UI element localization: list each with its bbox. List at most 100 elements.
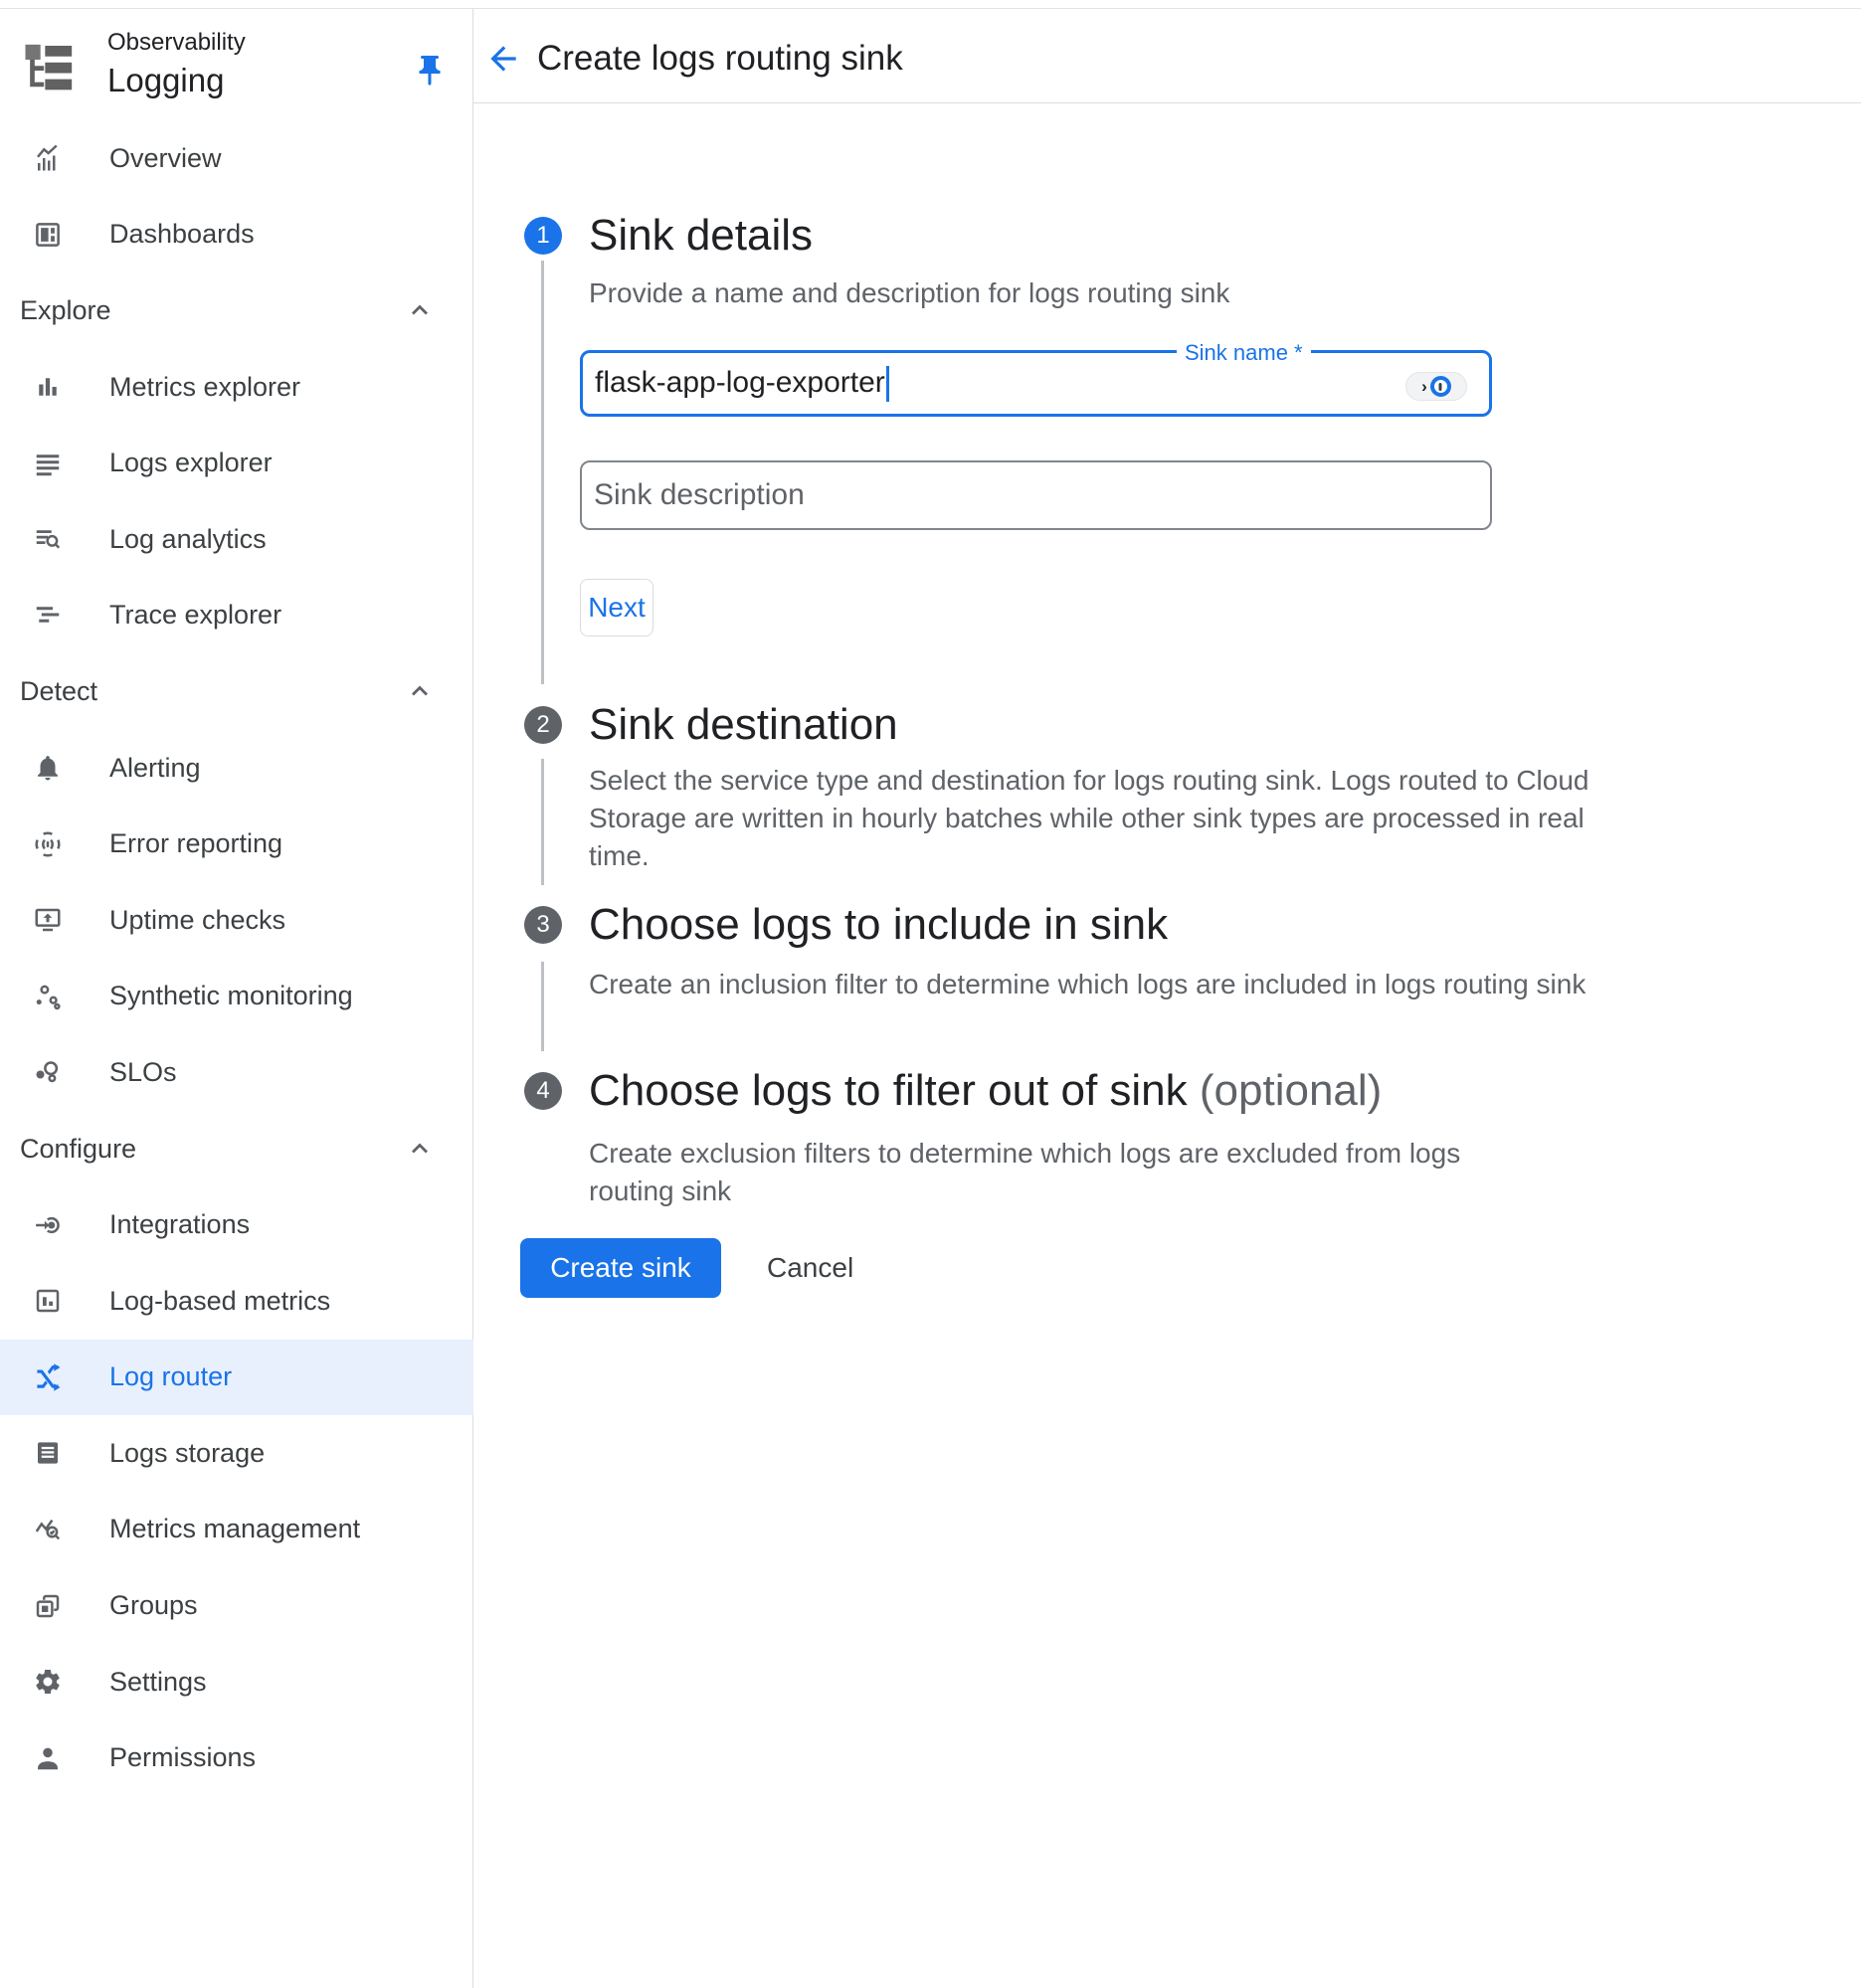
step-desc-include-logs: Create an inclusion filter to determine … xyxy=(589,966,1593,1003)
sink-name-input[interactable]: Sink name * flask-app-log-exporter › xyxy=(580,350,1492,417)
sidebar-item-trace-explorer[interactable]: Trace explorer xyxy=(0,578,473,654)
product-name: Logging xyxy=(107,59,246,102)
sidebar-item-slos[interactable]: SLOs xyxy=(0,1034,473,1111)
step-title-optional-suffix: (optional) xyxy=(1200,1066,1382,1115)
product-label: Observability xyxy=(107,27,246,59)
sidebar-item-label: Log-based metrics xyxy=(109,1286,330,1317)
sidebar-item-label: Error reporting xyxy=(109,828,282,859)
sidebar-item-label: Log analytics xyxy=(109,524,267,555)
back-button[interactable] xyxy=(484,40,522,78)
step-connector-1 xyxy=(541,261,544,684)
sidebar-item-label: SLOs xyxy=(109,1057,177,1088)
sidebar-item-logs-storage[interactable]: Logs storage xyxy=(0,1415,473,1492)
slos-icon xyxy=(33,1057,63,1087)
step-indicator-2: 2 xyxy=(524,706,562,744)
chevron-up-icon[interactable] xyxy=(406,1135,434,1163)
next-button[interactable]: Next xyxy=(580,579,653,636)
sidebar-header: Observability Logging xyxy=(0,9,473,102)
sink-description-input[interactable] xyxy=(580,460,1492,530)
step-title-include-logs: Choose logs to include in sink xyxy=(589,899,1168,951)
synthetic-monitoring-icon xyxy=(33,982,63,1011)
sidebar-section-label: Explore xyxy=(20,295,111,326)
sidebar-section-explore[interactable]: Explore xyxy=(0,272,473,349)
sidebar-section-detect[interactable]: Detect xyxy=(0,653,473,730)
step-number-3: 3 xyxy=(536,911,549,939)
step-connector-2 xyxy=(541,759,544,885)
sidebar-section-configure[interactable]: Configure xyxy=(0,1111,473,1187)
dashboards-icon xyxy=(33,220,63,250)
sidebar-item-overview[interactable]: Overview xyxy=(0,120,473,197)
sidebar-item-logs-explorer[interactable]: Logs explorer xyxy=(0,425,473,501)
logs-explorer-icon xyxy=(33,449,63,478)
alerting-icon xyxy=(33,753,63,783)
chevron-up-icon[interactable] xyxy=(406,296,434,324)
log-based-metrics-icon xyxy=(33,1286,63,1316)
create-sink-button[interactable]: Create sink xyxy=(520,1238,721,1298)
sidebar-item-uptime-checks[interactable]: Uptime checks xyxy=(0,882,473,959)
trace-explorer-icon xyxy=(33,601,63,631)
sidebar-item-log-based-metrics[interactable]: Log-based metrics xyxy=(0,1263,473,1340)
sidebar-item-label: Logs explorer xyxy=(109,448,273,478)
sidebar-item-dashboards[interactable]: Dashboards xyxy=(0,197,473,273)
sidebar-item-metrics-management[interactable]: Metrics management xyxy=(0,1492,473,1568)
groups-icon xyxy=(33,1591,63,1621)
product-labels: Observability Logging xyxy=(107,27,246,102)
sidebar-item-label: Log router xyxy=(109,1361,232,1392)
sink-name-text: flask-app-log-exporter xyxy=(595,365,885,398)
arrow-back-icon xyxy=(484,40,522,78)
sink-name-value: flask-app-log-exporter xyxy=(595,365,889,401)
sidebar-item-label: Settings xyxy=(109,1667,207,1698)
sidebar-item-label: Logs storage xyxy=(109,1438,265,1469)
logging-product-icon xyxy=(22,39,78,92)
page-title: Create logs routing sink xyxy=(537,40,903,78)
sidebar-item-label: Dashboards xyxy=(109,219,255,250)
metrics-explorer-icon xyxy=(33,372,63,402)
sidebar-item-label: Overview xyxy=(109,143,222,174)
sidebar-nav: Overview Dashboards Explore Metrics explore… xyxy=(0,120,473,1796)
step-indicator-4: 4 xyxy=(524,1072,562,1110)
sidebar-item-log-analytics[interactable]: Log analytics xyxy=(0,501,473,578)
step-title-filter-logs: Choose logs to filter out of sink (optio… xyxy=(589,1065,1382,1117)
sidebar-item-integrations[interactable]: Integrations xyxy=(0,1186,473,1263)
text-caret xyxy=(886,366,889,402)
step-title-filter-logs-text: Choose logs to filter out of sink xyxy=(589,1066,1188,1115)
step-desc-sink-details: Provide a name and description for logs … xyxy=(589,274,1229,312)
step-desc-filter-logs: Create exclusion filters to determine wh… xyxy=(589,1135,1524,1210)
sidebar-item-error-reporting[interactable]: Error reporting xyxy=(0,806,473,882)
sidebar-item-permissions[interactable]: Permissions xyxy=(0,1719,473,1796)
sidebar-item-groups[interactable]: Groups xyxy=(0,1567,473,1644)
sidebar-item-metrics-explorer[interactable]: Metrics explorer xyxy=(0,349,473,426)
step-desc-sink-destination: Select the service type and destination … xyxy=(589,762,1593,875)
sidebar-item-label: Uptime checks xyxy=(109,905,285,936)
step-connector-3 xyxy=(541,962,544,1051)
metrics-management-icon xyxy=(33,1515,63,1544)
error-reporting-icon xyxy=(33,829,63,859)
step-number-4: 4 xyxy=(536,1077,549,1105)
cancel-button[interactable]: Cancel xyxy=(751,1238,869,1298)
log-router-icon xyxy=(33,1362,63,1392)
pin-icon[interactable] xyxy=(412,53,448,89)
sidebar-item-label: Synthetic monitoring xyxy=(109,981,353,1011)
onepassword-extension-icon[interactable]: › xyxy=(1405,372,1467,401)
sidebar-item-label: Alerting xyxy=(109,753,201,784)
sink-name-label: Sink name * xyxy=(1177,339,1311,367)
chevron-right-icon: › xyxy=(1421,378,1427,395)
onepassword-logo-icon xyxy=(1430,376,1451,397)
sidebar-item-settings[interactable]: Settings xyxy=(0,1644,473,1720)
chevron-up-icon[interactable] xyxy=(406,677,434,705)
step-indicator-3: 3 xyxy=(524,906,562,944)
sidebar-item-label: Trace explorer xyxy=(109,600,281,631)
step-title-sink-destination: Sink destination xyxy=(589,699,898,751)
settings-icon xyxy=(33,1667,63,1697)
sidebar-item-label: Metrics management xyxy=(109,1514,360,1544)
sidebar-item-log-router[interactable]: Log router xyxy=(0,1340,473,1416)
step-number-1: 1 xyxy=(536,222,549,250)
sidebar-item-synthetic-monitoring[interactable]: Synthetic monitoring xyxy=(0,959,473,1035)
step-indicator-1: 1 xyxy=(524,217,562,255)
sidebar-item-label: Integrations xyxy=(109,1209,250,1240)
sidebar: Observability Logging Overview Dashboards… xyxy=(0,9,473,1988)
step-title-sink-details: Sink details xyxy=(589,210,813,262)
integrations-icon xyxy=(33,1210,63,1240)
sidebar-item-alerting[interactable]: Alerting xyxy=(0,730,473,807)
sidebar-section-label: Configure xyxy=(20,1134,136,1165)
